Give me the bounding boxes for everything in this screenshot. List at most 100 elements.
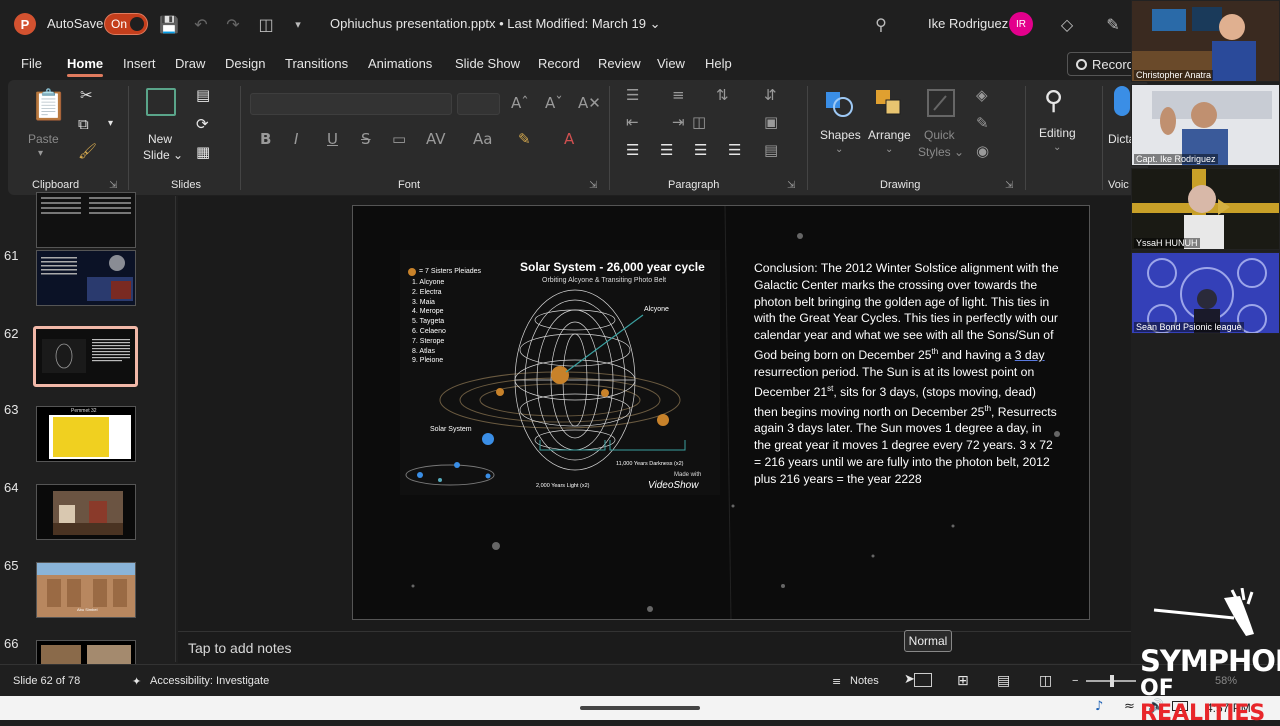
strikethrough-button[interactable]: S <box>361 130 371 148</box>
shape-outline-icon[interactable]: ✎ <box>976 114 989 132</box>
quick-styles-icon[interactable] <box>926 88 956 118</box>
tab-view[interactable]: View <box>657 56 685 71</box>
shapes-dropdown-icon[interactable]: ⌄ <box>835 144 843 155</box>
notes-button[interactable]: Notes <box>850 675 879 687</box>
paste-dropdown-icon[interactable]: ▾ <box>38 148 43 159</box>
zoom-slider-thumb[interactable] <box>1110 675 1114 687</box>
shape-effects-icon[interactable]: ◉ <box>976 142 989 160</box>
bold-button[interactable]: B <box>260 130 271 148</box>
line-spacing-icon[interactable]: ⇅ <box>716 86 729 104</box>
smartart-icon[interactable]: ▤ <box>764 141 778 159</box>
new-slide-label[interactable]: New <box>148 132 172 146</box>
cut-icon[interactable]: ✂ <box>80 86 93 104</box>
video-tile-christopher[interactable]: Christopher Anatra <box>1131 0 1280 82</box>
shapes-label[interactable]: Shapes <box>820 128 861 142</box>
new-slide-icon[interactable] <box>146 88 176 116</box>
decrease-indent-icon[interactable]: ⇤ <box>626 113 639 131</box>
increase-font-icon[interactable]: Aˆ <box>511 94 529 112</box>
tab-file[interactable]: File <box>21 56 42 71</box>
tab-help[interactable]: Help <box>705 56 732 71</box>
columns-icon[interactable]: ◫ <box>692 113 706 131</box>
font-launcher-icon[interactable]: ⇲ <box>589 180 597 191</box>
quick-styles-label-2[interactable]: Styles ⌄ <box>918 145 964 159</box>
clipboard-launcher-icon[interactable]: ⇲ <box>109 180 117 191</box>
justify-icon[interactable]: ☰ <box>728 141 741 159</box>
slide-show-icon[interactable]: ◫ <box>1039 673 1052 689</box>
text-direction-icon[interactable]: ⇵ <box>764 86 777 104</box>
tab-record[interactable]: Record <box>538 56 580 71</box>
tab-design[interactable]: Design <box>225 56 265 71</box>
slide-thumbnail-63[interactable]: Pemmet 32 <box>36 406 136 462</box>
new-slide-label-2[interactable]: Slide ⌄ <box>143 148 183 162</box>
user-name[interactable]: Ike Rodriguez <box>928 16 1008 31</box>
tab-draw[interactable]: Draw <box>175 56 205 71</box>
character-spacing-icon[interactable]: AV <box>426 130 446 148</box>
copy-icon[interactable]: ⧉ <box>78 115 89 133</box>
tab-home[interactable]: Home <box>67 56 103 71</box>
arrange-dropdown-icon[interactable]: ⌄ <box>885 144 893 155</box>
editing-dropdown-icon[interactable]: ⌄ <box>1053 142 1061 153</box>
copy-dropdown-icon[interactable]: ▾ <box>108 118 113 129</box>
current-slide[interactable]: Solar System - 26,000 year cycle Orbitin… <box>352 205 1090 620</box>
video-tile-ike[interactable]: Capt. Ike Rodriguez <box>1131 84 1280 166</box>
highlight-icon[interactable]: ✎ <box>518 130 531 148</box>
layout-icon[interactable]: ▤ <box>196 86 210 104</box>
arrange-label[interactable]: Arrange <box>868 128 911 142</box>
paragraph-launcher-icon[interactable]: ⇲ <box>787 180 795 191</box>
slide-sorter-icon[interactable]: ⊞ <box>957 673 969 689</box>
tab-slide-show[interactable]: Slide Show <box>455 56 520 71</box>
redo-icon[interactable]: ↷ <box>222 13 244 35</box>
change-case-icon[interactable]: Aa <box>473 130 492 148</box>
save-icon[interactable]: 💾 <box>158 13 180 35</box>
notes-pane[interactable]: Tap to add notes <box>178 631 1131 663</box>
slide-thumbnail-62[interactable] <box>33 326 138 387</box>
taskbar-handle[interactable] <box>580 706 700 710</box>
slide-body-text[interactable]: Conclusion: The 2012 Winter Solstice ali… <box>754 260 1059 488</box>
increase-indent-icon[interactable]: ⇥ <box>672 113 685 131</box>
video-tile-sean[interactable]: Sean Bond Psionic league <box>1131 252 1280 334</box>
slide-counter[interactable]: Slide 62 of 78 <box>13 675 80 687</box>
slide-thumbnail-64[interactable] <box>36 484 136 540</box>
numbering-icon[interactable]: ≡ <box>672 86 685 104</box>
align-text-icon[interactable]: ▣ <box>764 113 778 131</box>
italic-button[interactable]: I <box>294 130 298 148</box>
customize-toolbar-icon[interactable]: ▾ <box>287 13 309 35</box>
avatar[interactable]: IR <box>1009 12 1033 36</box>
font-color-icon[interactable]: A <box>564 130 574 148</box>
normal-view-icon[interactable] <box>914 673 932 687</box>
slide-thumbnail-61[interactable] <box>36 250 136 306</box>
editing-search-icon[interactable]: ⚲ <box>1044 86 1063 116</box>
zoom-out-icon[interactable]: − <box>1072 675 1078 687</box>
slide-thumbnail-65[interactable]: Abu Simbel <box>36 562 136 618</box>
microphone-tray-icon[interactable]: ♪ <box>1095 699 1103 714</box>
notes-placeholder[interactable]: Tap to add notes <box>188 640 292 656</box>
premium-diamond-icon[interactable]: ◇ <box>1056 13 1078 35</box>
microphone-icon[interactable] <box>1114 86 1130 116</box>
align-center-icon[interactable]: ☰ <box>660 141 673 159</box>
paste-icon[interactable]: 📋 <box>30 88 67 123</box>
slide-thumbnail-60[interactable] <box>36 192 136 248</box>
section-icon[interactable]: ▦ <box>196 143 210 161</box>
autosave-toggle[interactable]: On <box>104 13 148 35</box>
accessibility-status[interactable]: Accessibility: Investigate <box>150 675 269 687</box>
present-icon[interactable]: ◫ <box>255 13 277 35</box>
font-size-dropdown[interactable] <box>457 93 500 115</box>
video-tile-yssah[interactable]: YssaH HUNUH <box>1131 168 1280 250</box>
align-right-icon[interactable]: ☰ <box>694 141 707 159</box>
document-title[interactable]: Ophiuchus presentation.pptx • Last Modif… <box>330 16 661 32</box>
shapes-icon[interactable] <box>824 88 854 118</box>
tab-transitions[interactable]: Transitions <box>285 56 348 71</box>
clear-formatting-icon[interactable]: A✕ <box>578 94 601 112</box>
underline-button[interactable]: U <box>327 130 338 148</box>
arrange-icon[interactable] <box>874 88 904 118</box>
tab-review[interactable]: Review <box>598 56 641 71</box>
search-icon[interactable]: ⚲ <box>870 13 892 35</box>
format-painter-icon[interactable]: 🖌 <box>78 142 97 160</box>
editing-label[interactable]: Editing <box>1039 126 1076 140</box>
drawing-launcher-icon[interactable]: ⇲ <box>1005 180 1013 191</box>
reading-view-icon[interactable]: ▤ <box>997 673 1010 689</box>
tab-insert[interactable]: Insert <box>123 56 156 71</box>
reset-icon[interactable]: ⟳ <box>196 115 209 133</box>
accessibility-icon[interactable]: ✦ <box>132 675 141 688</box>
tab-animations[interactable]: Animations <box>368 56 432 71</box>
